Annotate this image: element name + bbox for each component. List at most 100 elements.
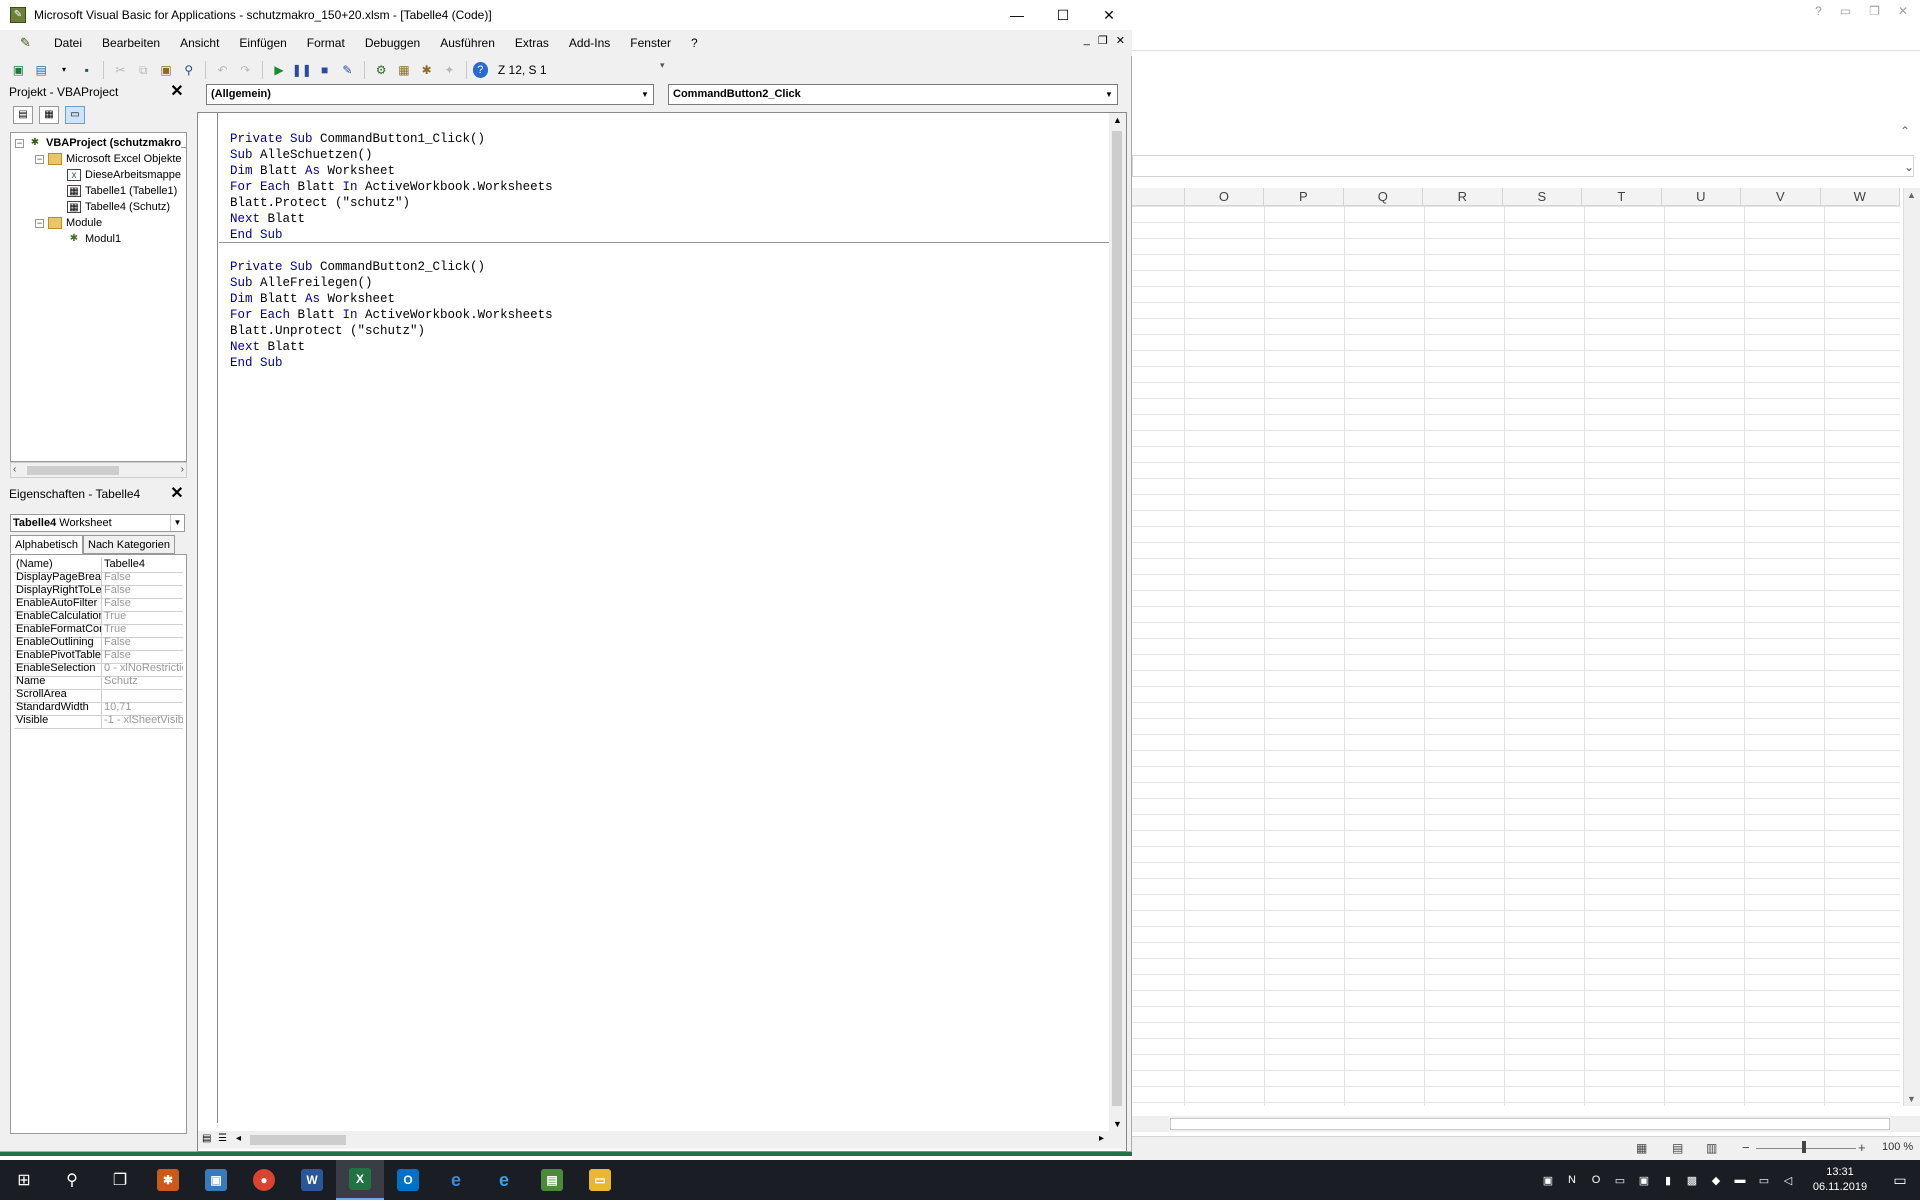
collapse-icon[interactable]: − — [35, 154, 44, 164]
toggle-folders-icon[interactable]: ▭ — [65, 106, 85, 124]
code-line[interactable]: End Sub — [230, 227, 553, 243]
taskbar-ie[interactable]: e — [480, 1160, 528, 1200]
zoom-slider[interactable] — [1756, 1148, 1856, 1149]
collapse-icon[interactable]: − — [15, 138, 24, 148]
tray-app-icon[interactable]: ▭ — [1608, 1174, 1632, 1187]
scroll-up-icon[interactable]: ▲ — [1907, 190, 1916, 200]
undo-icon[interactable]: ↶ — [212, 60, 233, 80]
menu-item[interactable]: Ausführen — [430, 30, 505, 56]
scroll-left-icon[interactable]: ‹ — [13, 464, 16, 475]
project-explorer-icon[interactable]: ⚙ — [371, 60, 392, 80]
taskbar-outlook[interactable]: O — [384, 1160, 432, 1200]
zoom-slider-thumb[interactable] — [1802, 1141, 1806, 1153]
horizontal-scroll-track[interactable] — [1170, 1118, 1890, 1130]
tray-app-icon[interactable]: N — [1560, 1174, 1584, 1186]
task-view-button[interactable]: ❐ — [96, 1160, 144, 1200]
redo-icon[interactable]: ↷ — [235, 60, 256, 80]
toolbox-icon[interactable]: ✦ — [439, 60, 460, 80]
cut-icon[interactable]: ✂ — [110, 60, 131, 80]
full-module-view-icon[interactable]: ☰ — [218, 1133, 227, 1144]
expand-formula-icon[interactable]: ⌄ — [1904, 160, 1914, 174]
reset-icon[interactable]: ■ — [314, 60, 335, 80]
break-icon[interactable]: ❚❚ — [291, 60, 312, 80]
copy-icon[interactable]: ⧉ — [133, 60, 154, 80]
property-value[interactable]: -1 - xlSheetVisible — [102, 713, 183, 728]
code-line[interactable]: Sub AlleSchuetzen() — [230, 147, 553, 163]
taskbar-app-3[interactable]: ▤ — [528, 1160, 576, 1200]
insert-userform-icon[interactable]: ▤ — [31, 60, 52, 80]
object-browser-icon[interactable]: ✱ — [416, 60, 437, 80]
taskbar-excel[interactable]: X — [336, 1160, 384, 1200]
close-icon[interactable]: ✕ — [168, 485, 186, 503]
menu-item[interactable]: Format — [297, 30, 355, 56]
toolbar-options-icon[interactable]: ▾ — [660, 60, 665, 71]
menu-item[interactable]: Ansicht — [170, 30, 229, 56]
mdi-minimize-icon[interactable]: _ — [1084, 34, 1090, 47]
shield-icon[interactable]: ◆ — [1704, 1174, 1728, 1187]
ribbon-display-icon[interactable]: ▭ — [1840, 4, 1851, 18]
view-code-icon[interactable]: ▤ — [13, 106, 33, 124]
menu-item[interactable]: Einfügen — [229, 30, 296, 56]
vba-title-bar[interactable]: ✎ Microsoft Visual Basic for Application… — [0, 0, 1132, 30]
scroll-right-icon[interactable]: › — [181, 464, 184, 475]
column-header[interactable]: S — [1503, 188, 1583, 206]
chevron-down-icon[interactable]: ▼ — [170, 515, 184, 531]
tab-nach-kategorien[interactable]: Nach Kategorien — [83, 535, 175, 554]
restore-icon[interactable]: ❐ — [1869, 4, 1880, 18]
clock[interactable]: 13:31 06.11.2019 — [1800, 1165, 1880, 1195]
column-header[interactable]: U — [1662, 188, 1742, 206]
save-icon[interactable]: ▪ — [76, 60, 97, 80]
menu-item[interactable]: ? — [681, 30, 708, 56]
mdi-close-icon[interactable]: ✕ — [1116, 34, 1125, 47]
battery-icon[interactable]: ▭ — [1752, 1174, 1776, 1187]
scroll-left-icon[interactable]: ◂ — [236, 1133, 241, 1144]
object-dropdown[interactable]: (Allgemein) ▼ — [206, 84, 654, 105]
tree-node-vbaproject[interactable]: − ✱ VBAProject (schutzmakro_150+20.xlsm) — [15, 135, 186, 151]
code-line[interactable]: Private Sub CommandButton2_Click() — [230, 259, 553, 275]
insert-dropdown-icon[interactable]: ▾ — [54, 60, 75, 80]
zoom-out-icon[interactable]: − — [1742, 1140, 1750, 1155]
scroll-thumb[interactable] — [1112, 131, 1122, 1106]
tray-app-icon[interactable]: ▣ — [1536, 1174, 1560, 1187]
normal-view-icon[interactable]: ▦ — [1636, 1141, 1647, 1155]
cell-grid[interactable] — [1132, 206, 1900, 1106]
scroll-up-icon[interactable]: ▲ — [1113, 115, 1122, 125]
code-line[interactable]: Sub AlleFreilegen() — [230, 275, 553, 291]
design-mode-icon[interactable]: ✎ — [337, 60, 358, 80]
code-margin[interactable] — [198, 113, 218, 1123]
view-object-icon[interactable]: ▦ — [39, 106, 59, 124]
page-layout-icon[interactable]: ▤ — [1672, 1141, 1683, 1155]
code-vertical-scrollbar[interactable]: ▲ ▼ — [1109, 113, 1126, 1131]
column-header[interactable]: R — [1423, 188, 1503, 206]
code-line[interactable]: Dim Blatt As Worksheet — [230, 163, 553, 179]
taskbar-app-2[interactable]: ▣ — [192, 1160, 240, 1200]
tree-node-tabelle1[interactable]: ▦ Tabelle1 (Tabelle1) — [67, 183, 177, 199]
excel-horizontal-scrollbar[interactable] — [1132, 1116, 1920, 1132]
start-button[interactable]: ⊞ — [0, 1160, 48, 1200]
taskbar-app-1[interactable]: ✱ — [144, 1160, 192, 1200]
code-line[interactable]: Next Blatt — [230, 339, 553, 355]
minimize-icon[interactable]: — — [994, 0, 1040, 30]
menu-item[interactable]: Bearbeiten — [92, 30, 170, 56]
run-icon[interactable]: ▶ — [269, 60, 290, 80]
property-row[interactable]: Visible-1 - xlSheetVisible — [14, 713, 183, 729]
scroll-thumb[interactable] — [27, 466, 119, 475]
scroll-down-icon[interactable]: ▼ — [1113, 1119, 1122, 1129]
collapse-ribbon-icon[interactable]: ⌃ — [1900, 124, 1910, 138]
mdi-restore-icon[interactable]: ❐ — [1098, 34, 1108, 47]
zoom-level[interactable]: 100 % — [1882, 1141, 1913, 1153]
code-window-icon[interactable]: ✎ — [20, 35, 36, 51]
taskbar-chrome[interactable]: ● — [240, 1160, 288, 1200]
zoom-in-icon[interactable]: + — [1858, 1140, 1866, 1155]
project-horizontal-scrollbar[interactable]: ‹ › — [10, 462, 187, 478]
taskbar-word[interactable]: W — [288, 1160, 336, 1200]
code-line[interactable]: Private Sub CommandButton1_Click() — [230, 131, 553, 147]
search-button[interactable]: ⚲ — [48, 1160, 96, 1200]
close-icon[interactable]: ✕ — [1086, 0, 1132, 30]
collapse-icon[interactable]: − — [35, 218, 44, 228]
tray-app-icon[interactable]: ▩ — [1680, 1174, 1704, 1187]
column-header[interactable]: W — [1821, 188, 1901, 206]
code-line[interactable]: For Each Blatt In ActiveWorkbook.Workshe… — [230, 179, 553, 195]
code-line[interactable]: For Each Blatt In ActiveWorkbook.Workshe… — [230, 307, 553, 323]
tree-node-excel-objects[interactable]: − Microsoft Excel Objekte — [35, 151, 182, 167]
